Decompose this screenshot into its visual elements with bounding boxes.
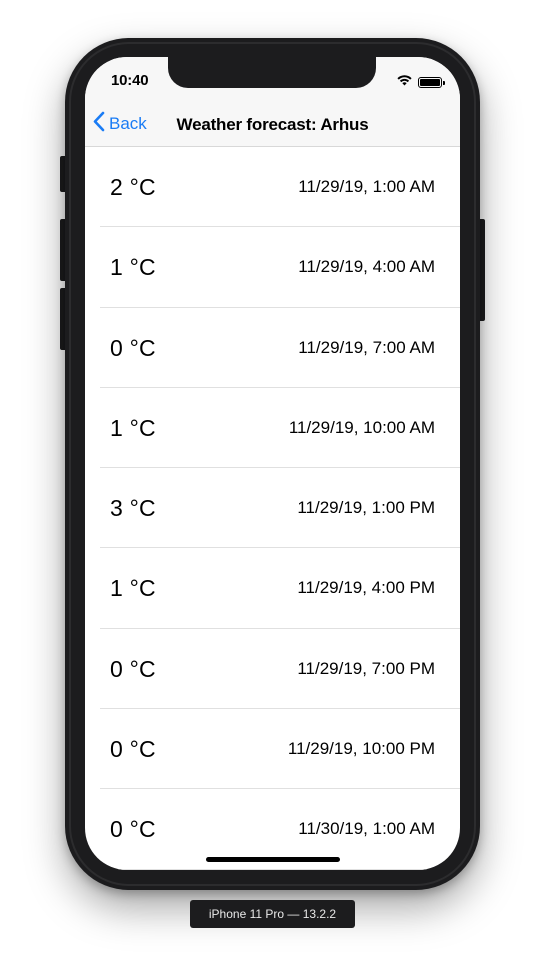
temperature-label: 0 °C: [110, 816, 156, 843]
page-title: Weather forecast: Arhus: [176, 115, 369, 134]
temperature-label: 1 °C: [110, 254, 156, 281]
datetime-label: 11/29/19, 7:00 PM: [297, 658, 435, 678]
temperature-label: 0 °C: [110, 736, 156, 763]
forecast-row[interactable]: 1 °C 11/29/19, 4:00 AM: [85, 227, 460, 308]
status-icons: [396, 73, 445, 91]
forecast-row[interactable]: 0 °C 11/29/19, 7:00 AM: [85, 308, 460, 389]
temperature-label: 1 °C: [110, 414, 156, 441]
phone-screen: 10:40 Back Weather forecast: Arhus 2 °C …: [85, 57, 460, 870]
temperature-label: 3 °C: [110, 495, 156, 522]
forecast-row[interactable]: 3 °C 11/29/19, 1:00 PM: [85, 468, 460, 549]
datetime-label: 11/29/19, 10:00 PM: [287, 739, 435, 759]
datetime-label: 11/29/19, 4:00 AM: [298, 257, 435, 277]
simulator-stage: 10:40 Back Weather forecast: Arhus 2 °C …: [0, 0, 545, 964]
temperature-label: 0 °C: [110, 655, 156, 682]
battery-icon: [418, 76, 445, 88]
temperature-label: 0 °C: [110, 334, 156, 361]
datetime-label: 11/29/19, 10:00 AM: [288, 417, 435, 437]
temperature-label: 1 °C: [110, 575, 156, 602]
forecast-row[interactable]: 2 °C 11/29/19, 1:00 AM: [85, 147, 460, 228]
forecast-list[interactable]: 2 °C 11/29/19, 1:00 AM 1 °C 11/29/19, 4:…: [85, 147, 460, 870]
device-label: iPhone 11 Pro — 13.2.2: [190, 900, 355, 928]
forecast-row[interactable]: 1 °C 11/29/19, 10:00 AM: [85, 388, 460, 469]
datetime-label: 11/29/19, 7:00 AM: [298, 337, 435, 357]
datetime-label: 11/29/19, 4:00 PM: [297, 578, 435, 598]
wifi-icon: [396, 73, 413, 91]
forecast-row[interactable]: 0 °C 11/29/19, 7:00 PM: [85, 629, 460, 710]
datetime-label: 11/29/19, 1:00 AM: [298, 177, 435, 196]
forecast-row[interactable]: 1 °C 11/29/19, 4:00 PM: [85, 548, 460, 630]
navigation-bar: Back Weather forecast: Arhus: [85, 101, 460, 147]
datetime-label: 11/30/19, 1:00 AM: [298, 819, 435, 839]
temperature-label: 2 °C: [110, 174, 156, 200]
notch: [168, 57, 376, 88]
home-indicator[interactable]: [206, 857, 340, 862]
datetime-label: 11/29/19, 1:00 PM: [297, 498, 435, 518]
forecast-row[interactable]: 0 °C 11/29/19, 10:00 PM: [85, 709, 460, 790]
status-time: 10:40: [111, 72, 149, 89]
